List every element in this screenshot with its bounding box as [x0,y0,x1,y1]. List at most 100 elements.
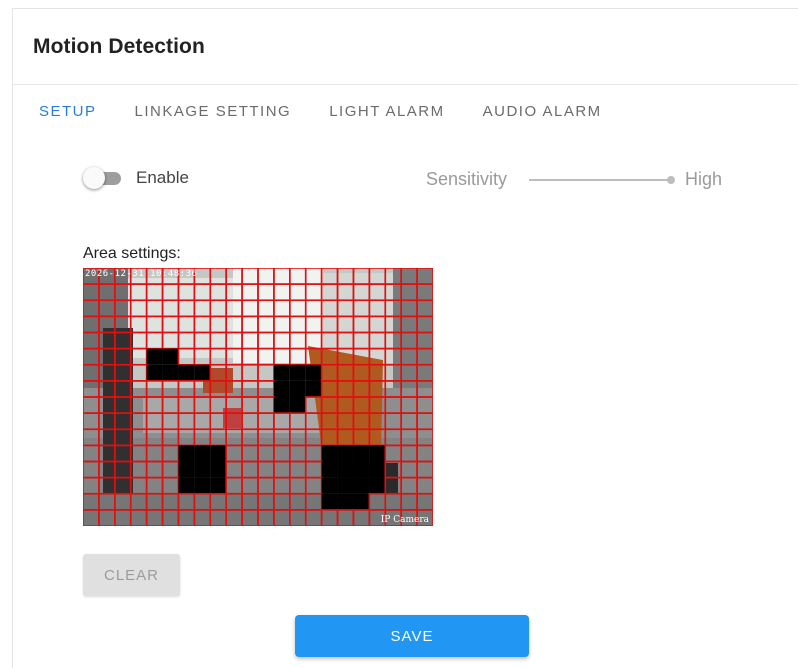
grid-cell-on[interactable] [257,299,275,318]
grid-cell-on[interactable] [400,363,418,382]
grid-cell-on[interactable] [114,347,132,366]
grid-cell-on[interactable] [145,476,164,495]
grid-cell-on[interactable] [257,476,275,495]
grid-cell-on[interactable] [114,283,132,302]
grid-cell-off[interactable] [194,461,211,478]
grid-cell-on[interactable] [145,460,164,479]
grid-cell-off[interactable] [305,364,322,381]
grid-cell-on[interactable] [352,509,371,526]
grid-cell-on[interactable] [304,299,323,318]
grid-cell-on[interactable] [289,428,307,447]
grid-cell-on[interactable] [273,283,291,302]
grid-cell-on[interactable] [416,331,433,350]
grid-cell-on[interactable] [209,412,227,431]
grid-cell-on[interactable] [416,444,433,463]
grid-cell-on[interactable] [225,268,243,285]
grid-cell-on[interactable] [129,412,148,431]
tab-setup[interactable]: SETUP [39,103,97,120]
grid-cell-on[interactable] [161,476,180,495]
grid-cell-on[interactable] [145,412,164,431]
grid-cell-off[interactable] [321,445,338,462]
grid-cell-off[interactable] [178,461,195,478]
grid-cell-on[interactable] [304,412,323,431]
grid-cell-on[interactable] [336,380,355,398]
grid-cell-on[interactable] [289,492,307,511]
grid-cell-on[interactable] [83,428,100,447]
grid-cell-on[interactable] [241,331,259,350]
grid-cell-on[interactable] [416,268,433,285]
grid-cell-on[interactable] [352,380,371,398]
grid-cell-on[interactable] [400,283,418,302]
grid-cell-on[interactable] [129,476,148,495]
grid-cell-on[interactable] [320,331,339,350]
grid-cell-on[interactable] [209,380,227,398]
grid-cell-on[interactable] [225,476,243,495]
grid-cell-on[interactable] [336,412,355,431]
grid-cell-on[interactable] [241,363,259,382]
grid-cell-on[interactable] [384,283,402,302]
grid-cell-on[interactable] [384,363,402,382]
grid-cell-on[interactable] [416,428,433,447]
clear-button[interactable]: CLEAR [83,554,180,596]
grid-cell-on[interactable] [320,347,339,366]
grid-cell-on[interactable] [273,412,291,431]
grid-cell-on[interactable] [114,299,132,318]
grid-cell-on[interactable] [145,428,164,447]
grid-cell-off[interactable] [162,348,179,365]
grid-cell-on[interactable] [129,380,148,398]
grid-cell-on[interactable] [114,492,132,511]
grid-cell-off[interactable] [337,461,354,478]
grid-cell-on[interactable] [193,492,212,511]
grid-cell-off[interactable] [321,477,338,494]
grid-cell-on[interactable] [336,299,355,318]
grid-cell-on[interactable] [177,428,196,447]
grid-cell-on[interactable] [416,476,433,495]
grid-cell-on[interactable] [400,444,418,463]
grid-cell-on[interactable] [384,412,402,431]
grid-cell-on[interactable] [289,509,307,526]
grid-cell-on[interactable] [83,315,100,334]
grid-cell-on[interactable] [209,299,227,318]
grid-cell-on[interactable] [273,492,291,511]
grid-cell-on[interactable] [225,460,243,479]
grid-cell-on[interactable] [209,492,227,511]
grid-cell-on[interactable] [83,444,100,463]
grid-cell-on[interactable] [416,412,433,431]
grid-cell-on[interactable] [177,347,196,366]
grid-cell-on[interactable] [98,283,116,302]
grid-cell-on[interactable] [193,428,212,447]
grid-cell-on[interactable] [83,492,100,511]
grid-cell-on[interactable] [209,396,227,414]
grid-cell-on[interactable] [114,476,132,495]
grid-cell-on[interactable] [209,347,227,366]
grid-cell-on[interactable] [114,428,132,447]
grid-cell-off[interactable] [321,493,338,510]
grid-cell-on[interactable] [400,476,418,495]
grid-cell-on[interactable] [368,380,387,398]
grid-cell-on[interactable] [257,283,275,302]
grid-cell-on[interactable] [145,444,164,463]
grid-cell-on[interactable] [193,331,212,350]
grid-cell-on[interactable] [114,331,132,350]
grid-cell-on[interactable] [193,412,212,431]
grid-cell-on[interactable] [98,347,116,366]
grid-cell-on[interactable] [304,315,323,334]
grid-cell-on[interactable] [114,412,132,431]
grid-cell-on[interactable] [161,299,180,318]
grid-cell-on[interactable] [320,509,339,526]
grid-cell-on[interactable] [83,299,100,318]
grid-cell-on[interactable] [289,268,307,285]
grid-cell-on[interactable] [177,412,196,431]
grid-cell-on[interactable] [193,315,212,334]
grid-cell-on[interactable] [161,444,180,463]
grid-cell-on[interactable] [416,396,433,414]
grid-cell-on[interactable] [129,315,148,334]
grid-cell-on[interactable] [177,396,196,414]
grid-cell-on[interactable] [225,492,243,511]
grid-cell-on[interactable] [98,363,116,382]
grid-cell-on[interactable] [161,315,180,334]
grid-cell-on[interactable] [273,428,291,447]
grid-cell-on[interactable] [320,283,339,302]
grid-cell-on[interactable] [289,412,307,431]
enable-toggle[interactable] [83,167,123,189]
